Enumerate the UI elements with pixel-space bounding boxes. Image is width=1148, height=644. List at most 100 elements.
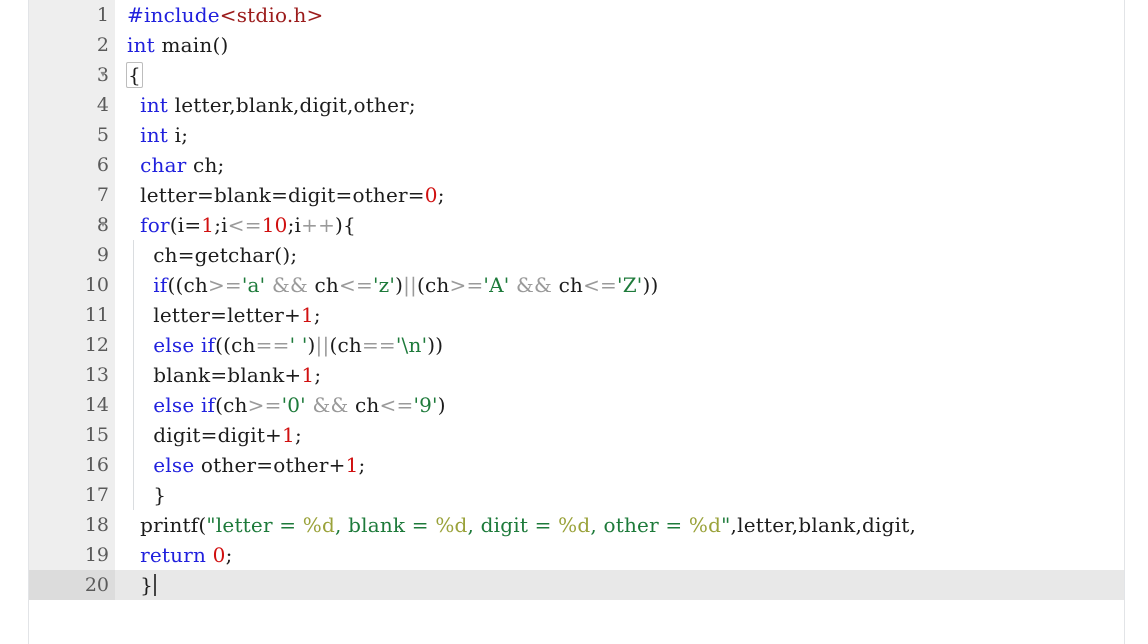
- line-number-gutter[interactable]: 9: [29, 240, 115, 270]
- code-line-text[interactable]: int i;: [115, 120, 1124, 150]
- code-line[interactable]: 6 char ch;: [29, 150, 1124, 180]
- line-number-gutter[interactable]: 4: [29, 90, 115, 120]
- code-content-area[interactable]: 1 #include<stdio.h> 2 int main() 3 ▾ {4 int le…: [29, 0, 1124, 644]
- line-number: 12: [84, 334, 109, 356]
- code-line-text[interactable]: else if(ch>='0' && ch<='9'): [115, 390, 1124, 420]
- line-number-gutter[interactable]: 1: [29, 0, 115, 30]
- code-line-text[interactable]: else other=other+1;: [115, 450, 1124, 480]
- line-number-gutter[interactable]: 8 ▾: [29, 210, 115, 240]
- code-token: int: [140, 93, 169, 117]
- code-fold-toggle-icon[interactable]: ▾: [96, 210, 110, 240]
- code-line[interactable]: 19 return 0;: [29, 540, 1124, 570]
- code-line-text[interactable]: return 0;: [115, 540, 1124, 570]
- line-number-gutter[interactable]: 13: [29, 360, 115, 390]
- line-number-gutter[interactable]: 2: [29, 30, 115, 60]
- code-line[interactable]: 16 else other=other+1;: [29, 450, 1124, 480]
- code-line-text[interactable]: letter=letter+1;: [115, 300, 1124, 330]
- line-number-gutter[interactable]: 16: [29, 450, 115, 480]
- line-number-gutter[interactable]: 11: [29, 300, 115, 330]
- code-token: &&: [312, 393, 349, 417]
- code-line-text[interactable]: }: [115, 480, 1124, 510]
- code-line[interactable]: 4 int letter,blank,digit,other;: [29, 90, 1124, 120]
- code-line[interactable]: 13 blank=blank+1;: [29, 360, 1124, 390]
- code-line-text[interactable]: }: [115, 570, 1124, 600]
- code-line-text[interactable]: char ch;: [115, 150, 1124, 180]
- code-line[interactable]: 14 else if(ch>='0' && ch<='9'): [29, 390, 1124, 420]
- code-line-text[interactable]: ch=getchar();: [115, 240, 1124, 270]
- line-number: 7: [96, 184, 109, 206]
- code-line-text[interactable]: printf("letter = %d, blank = %d, digit =…: [115, 510, 1124, 540]
- line-number-gutter[interactable]: 3 ▾: [29, 60, 115, 90]
- line-number-gutter[interactable]: 12: [29, 330, 115, 360]
- code-line-text[interactable]: else if((ch==' ')||(ch=='\n')): [115, 330, 1124, 360]
- code-token: int: [140, 123, 169, 147]
- code-line[interactable]: 11 letter=letter+1;: [29, 300, 1124, 330]
- line-number-gutter[interactable]: 15: [29, 420, 115, 450]
- code-line[interactable]: 7 letter=blank=digit=other=0;: [29, 180, 1124, 210]
- line-number-gutter[interactable]: 19: [29, 540, 115, 570]
- line-number: 6: [96, 154, 109, 176]
- code-token: ||: [315, 333, 330, 357]
- line-number-gutter[interactable]: 14: [29, 390, 115, 420]
- line-number: 13: [84, 364, 109, 386]
- code-line[interactable]: 15 digit=digit+1;: [29, 420, 1124, 450]
- code-line[interactable]: 12 else if((ch==' ')||(ch=='\n')): [29, 330, 1124, 360]
- code-token: ch: [552, 273, 584, 297]
- code-token: else: [153, 393, 195, 417]
- line-number-gutter[interactable]: 10: [29, 270, 115, 300]
- code-token: (ch: [416, 273, 450, 297]
- code-fold-toggle-icon[interactable]: ▾: [96, 60, 110, 90]
- code-token: "letter =: [206, 513, 303, 537]
- code-line[interactable]: 10 if((ch>='a' && ch<='z')||(ch>='A' && …: [29, 270, 1124, 300]
- code-token: letter,blank,digit,other;: [168, 93, 416, 117]
- line-number-gutter[interactable]: 18: [29, 510, 115, 540]
- code-line[interactable]: 18 printf("letter = %d, blank = %d, digi…: [29, 510, 1124, 540]
- code-line-text[interactable]: digit=digit+1;: [115, 420, 1124, 450]
- line-number-gutter[interactable]: 7: [29, 180, 115, 210]
- line-number: 4: [96, 94, 109, 116]
- code-line-text[interactable]: int main(): [115, 30, 1124, 60]
- code-line[interactable]: 5 int i;: [29, 120, 1124, 150]
- code-line[interactable]: 2 int main(): [29, 30, 1124, 60]
- code-token: )): [642, 273, 659, 297]
- code-token: letter=letter+: [127, 303, 301, 327]
- indent-guide: [133, 390, 134, 420]
- code-token: if: [200, 393, 216, 417]
- code-token: '0': [281, 393, 306, 417]
- code-line[interactable]: 17 }: [29, 480, 1124, 510]
- code-editor[interactable]: 1 #include<stdio.h> 2 int main() 3 ▾ {4 int le…: [0, 0, 1148, 644]
- line-number-gutter[interactable]: 17: [29, 480, 115, 510]
- code-token: ch=getchar();: [127, 243, 298, 267]
- code-token: #include: [127, 3, 220, 27]
- code-line-text[interactable]: if((ch>='a' && ch<='z')||(ch>='A' && ch<…: [115, 270, 1124, 300]
- code-token: , blank =: [335, 513, 436, 537]
- code-token: blank=blank+: [127, 363, 302, 387]
- code-line[interactable]: 9 ch=getchar();: [29, 240, 1124, 270]
- code-token: ((ch: [167, 273, 208, 297]
- code-line-text[interactable]: #include<stdio.h>: [115, 0, 1124, 30]
- code-line-text[interactable]: letter=blank=digit=other=0;: [115, 180, 1124, 210]
- line-number: 10: [84, 274, 109, 296]
- line-number-gutter[interactable]: 5: [29, 120, 115, 150]
- code-token: if: [153, 273, 168, 297]
- code-token: (ch: [329, 333, 362, 357]
- line-number-gutter[interactable]: 20: [29, 570, 115, 600]
- code-token: ==: [361, 333, 396, 357]
- code-line-text[interactable]: for(i=1;i<=10;i++){: [115, 210, 1124, 240]
- indent-guide: [133, 420, 134, 450]
- code-token: <=: [583, 273, 617, 297]
- code-line-text[interactable]: int letter,blank,digit,other;: [115, 90, 1124, 120]
- code-line[interactable]: 20 }: [29, 570, 1124, 600]
- code-line[interactable]: 3 ▾ {: [29, 60, 1124, 90]
- code-line[interactable]: 1 #include<stdio.h>: [29, 0, 1124, 30]
- code-token: ): [395, 273, 404, 297]
- code-token: 'Z': [617, 273, 643, 297]
- code-token: return: [140, 543, 207, 567]
- code-line-text[interactable]: {: [115, 60, 1124, 90]
- code-line[interactable]: 8 ▾ for(i=1;i<=10;i++){: [29, 210, 1124, 240]
- code-line-text[interactable]: blank=blank+1;: [115, 360, 1124, 390]
- matching-brace-highlight: {: [126, 62, 143, 88]
- code-token: ): [437, 393, 446, 417]
- line-number-gutter[interactable]: 6: [29, 150, 115, 180]
